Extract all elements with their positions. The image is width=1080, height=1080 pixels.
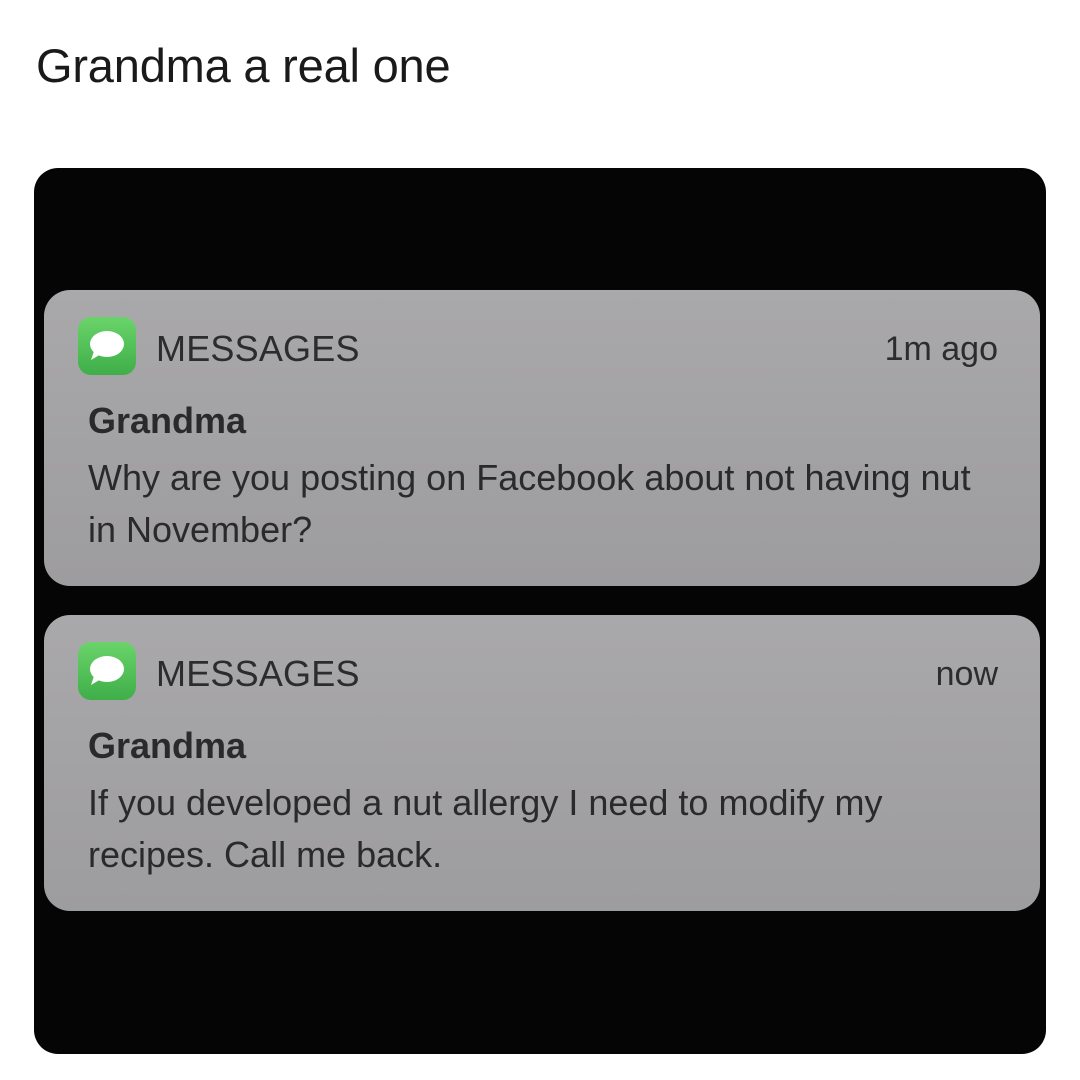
notification-app-name: MESSAGES	[156, 653, 360, 694]
notification-message: If you developed a nut allergy I need to…	[88, 782, 883, 875]
notification-app-name: MESSAGES	[156, 328, 360, 369]
notification-time: now	[935, 655, 998, 693]
notification-sender: Grandma	[88, 400, 247, 441]
messages-app-icon	[78, 642, 136, 700]
notification-sender: Grandma	[88, 725, 247, 766]
speech-bubble-icon	[90, 331, 124, 360]
post-caption: Grandma a real one	[36, 39, 451, 92]
speech-bubble-icon	[90, 656, 124, 685]
notification-time: 1m ago	[884, 330, 998, 368]
lock-screen: MESSAGES 1m ago Grandma Why are you post…	[34, 168, 1046, 1054]
notification-message: Why are you posting on Facebook about no…	[88, 457, 971, 550]
notification-card[interactable]: MESSAGES now Grandma If you developed a …	[44, 615, 1040, 911]
messages-app-icon	[78, 317, 136, 375]
notification-card[interactable]: MESSAGES 1m ago Grandma Why are you post…	[44, 290, 1040, 586]
